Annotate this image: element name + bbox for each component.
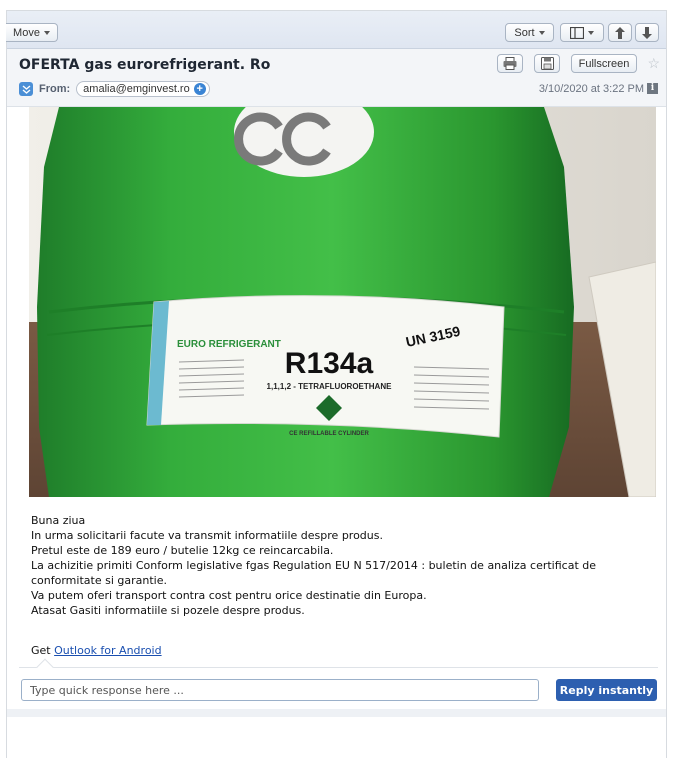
info-icon[interactable]: i (647, 83, 658, 94)
brand-text: EURO REFRIGERANT (177, 339, 281, 350)
quick-reply-input[interactable] (21, 679, 539, 701)
sort-label: Sort (514, 26, 535, 39)
move-label: Move (13, 26, 40, 39)
toolbar: Move Sort (6, 11, 666, 49)
chemical-name: 1,1,1,2 - TETRAFLUOROETHANE (267, 382, 393, 391)
body-line: La achizitie primiti Conform legislative… (31, 559, 597, 587)
mail-viewer: Move Sort OFERTA gas eurorefrigerant. Ro… (6, 10, 667, 758)
message-date: 3/10/2020 at 3:22 PM (538, 83, 644, 95)
signature-prefix: Get (31, 644, 51, 657)
previous-message-button[interactable] (608, 23, 632, 42)
move-button[interactable]: Move (6, 23, 58, 42)
fullscreen-button[interactable]: Fullscreen (571, 54, 637, 73)
divider (19, 667, 658, 668)
from-row: From: amalia@emginvest.ro + (19, 81, 210, 97)
message-photo: EURO REFRIGERANT R134a 1,1,1,2 - TETRAFL… (29, 107, 656, 497)
body-line: Buna ziua (31, 514, 86, 527)
from-label: From: (39, 83, 71, 95)
save-icon (540, 57, 554, 70)
outlook-android-link[interactable]: Outlook for Android (54, 644, 161, 657)
chevron-down-icon (588, 30, 594, 35)
footer-bar (7, 709, 666, 717)
collapse-icon[interactable] (19, 82, 33, 96)
print-button[interactable] (497, 54, 523, 73)
message-body: Buna ziua In urma solicitarii facute va … (31, 513, 651, 618)
product-name: R134a (285, 347, 374, 380)
columns-icon (570, 26, 584, 39)
add-contact-icon[interactable]: + (193, 83, 206, 95)
reply-instantly-button[interactable]: Reply instantly (556, 679, 657, 701)
message-subject: OFERTA gas eurorefrigerant. Ro (19, 57, 271, 73)
gas-cylinder-image: EURO REFRIGERANT R134a 1,1,1,2 - TETRAFL… (29, 107, 656, 497)
fullscreen-label: Fullscreen (578, 57, 630, 70)
body-line: Atasat Gasiti informatiile si pozele des… (31, 604, 305, 617)
body-line: Pretul este de 189 euro / butelie 12kg c… (31, 544, 334, 557)
sender-email: amalia@emginvest.ro (83, 83, 190, 95)
chevron-down-icon (538, 30, 545, 35)
body-line: Va putem oferi transport contra cost pen… (31, 589, 427, 602)
star-icon[interactable]: ☆ (647, 55, 660, 72)
sort-button[interactable]: Sort (505, 23, 554, 42)
arrow-down-icon (642, 26, 652, 39)
body-line: In urma solicitarii facute va transmit i… (31, 529, 383, 542)
next-message-button[interactable] (635, 23, 659, 42)
message-header: OFERTA gas eurorefrigerant. Ro From: ama… (7, 49, 666, 107)
chevron-down-icon (43, 30, 50, 35)
layout-button[interactable] (560, 23, 604, 42)
cylinder-note: CE REFILLABLE CYLINDER (289, 431, 369, 437)
save-button[interactable] (534, 54, 560, 73)
sender-chip[interactable]: amalia@emginvest.ro + (76, 81, 210, 97)
reply-notch (36, 658, 54, 676)
printer-icon (503, 57, 517, 70)
signature: Get Outlook for Android (31, 644, 162, 657)
arrow-up-icon (615, 26, 625, 39)
